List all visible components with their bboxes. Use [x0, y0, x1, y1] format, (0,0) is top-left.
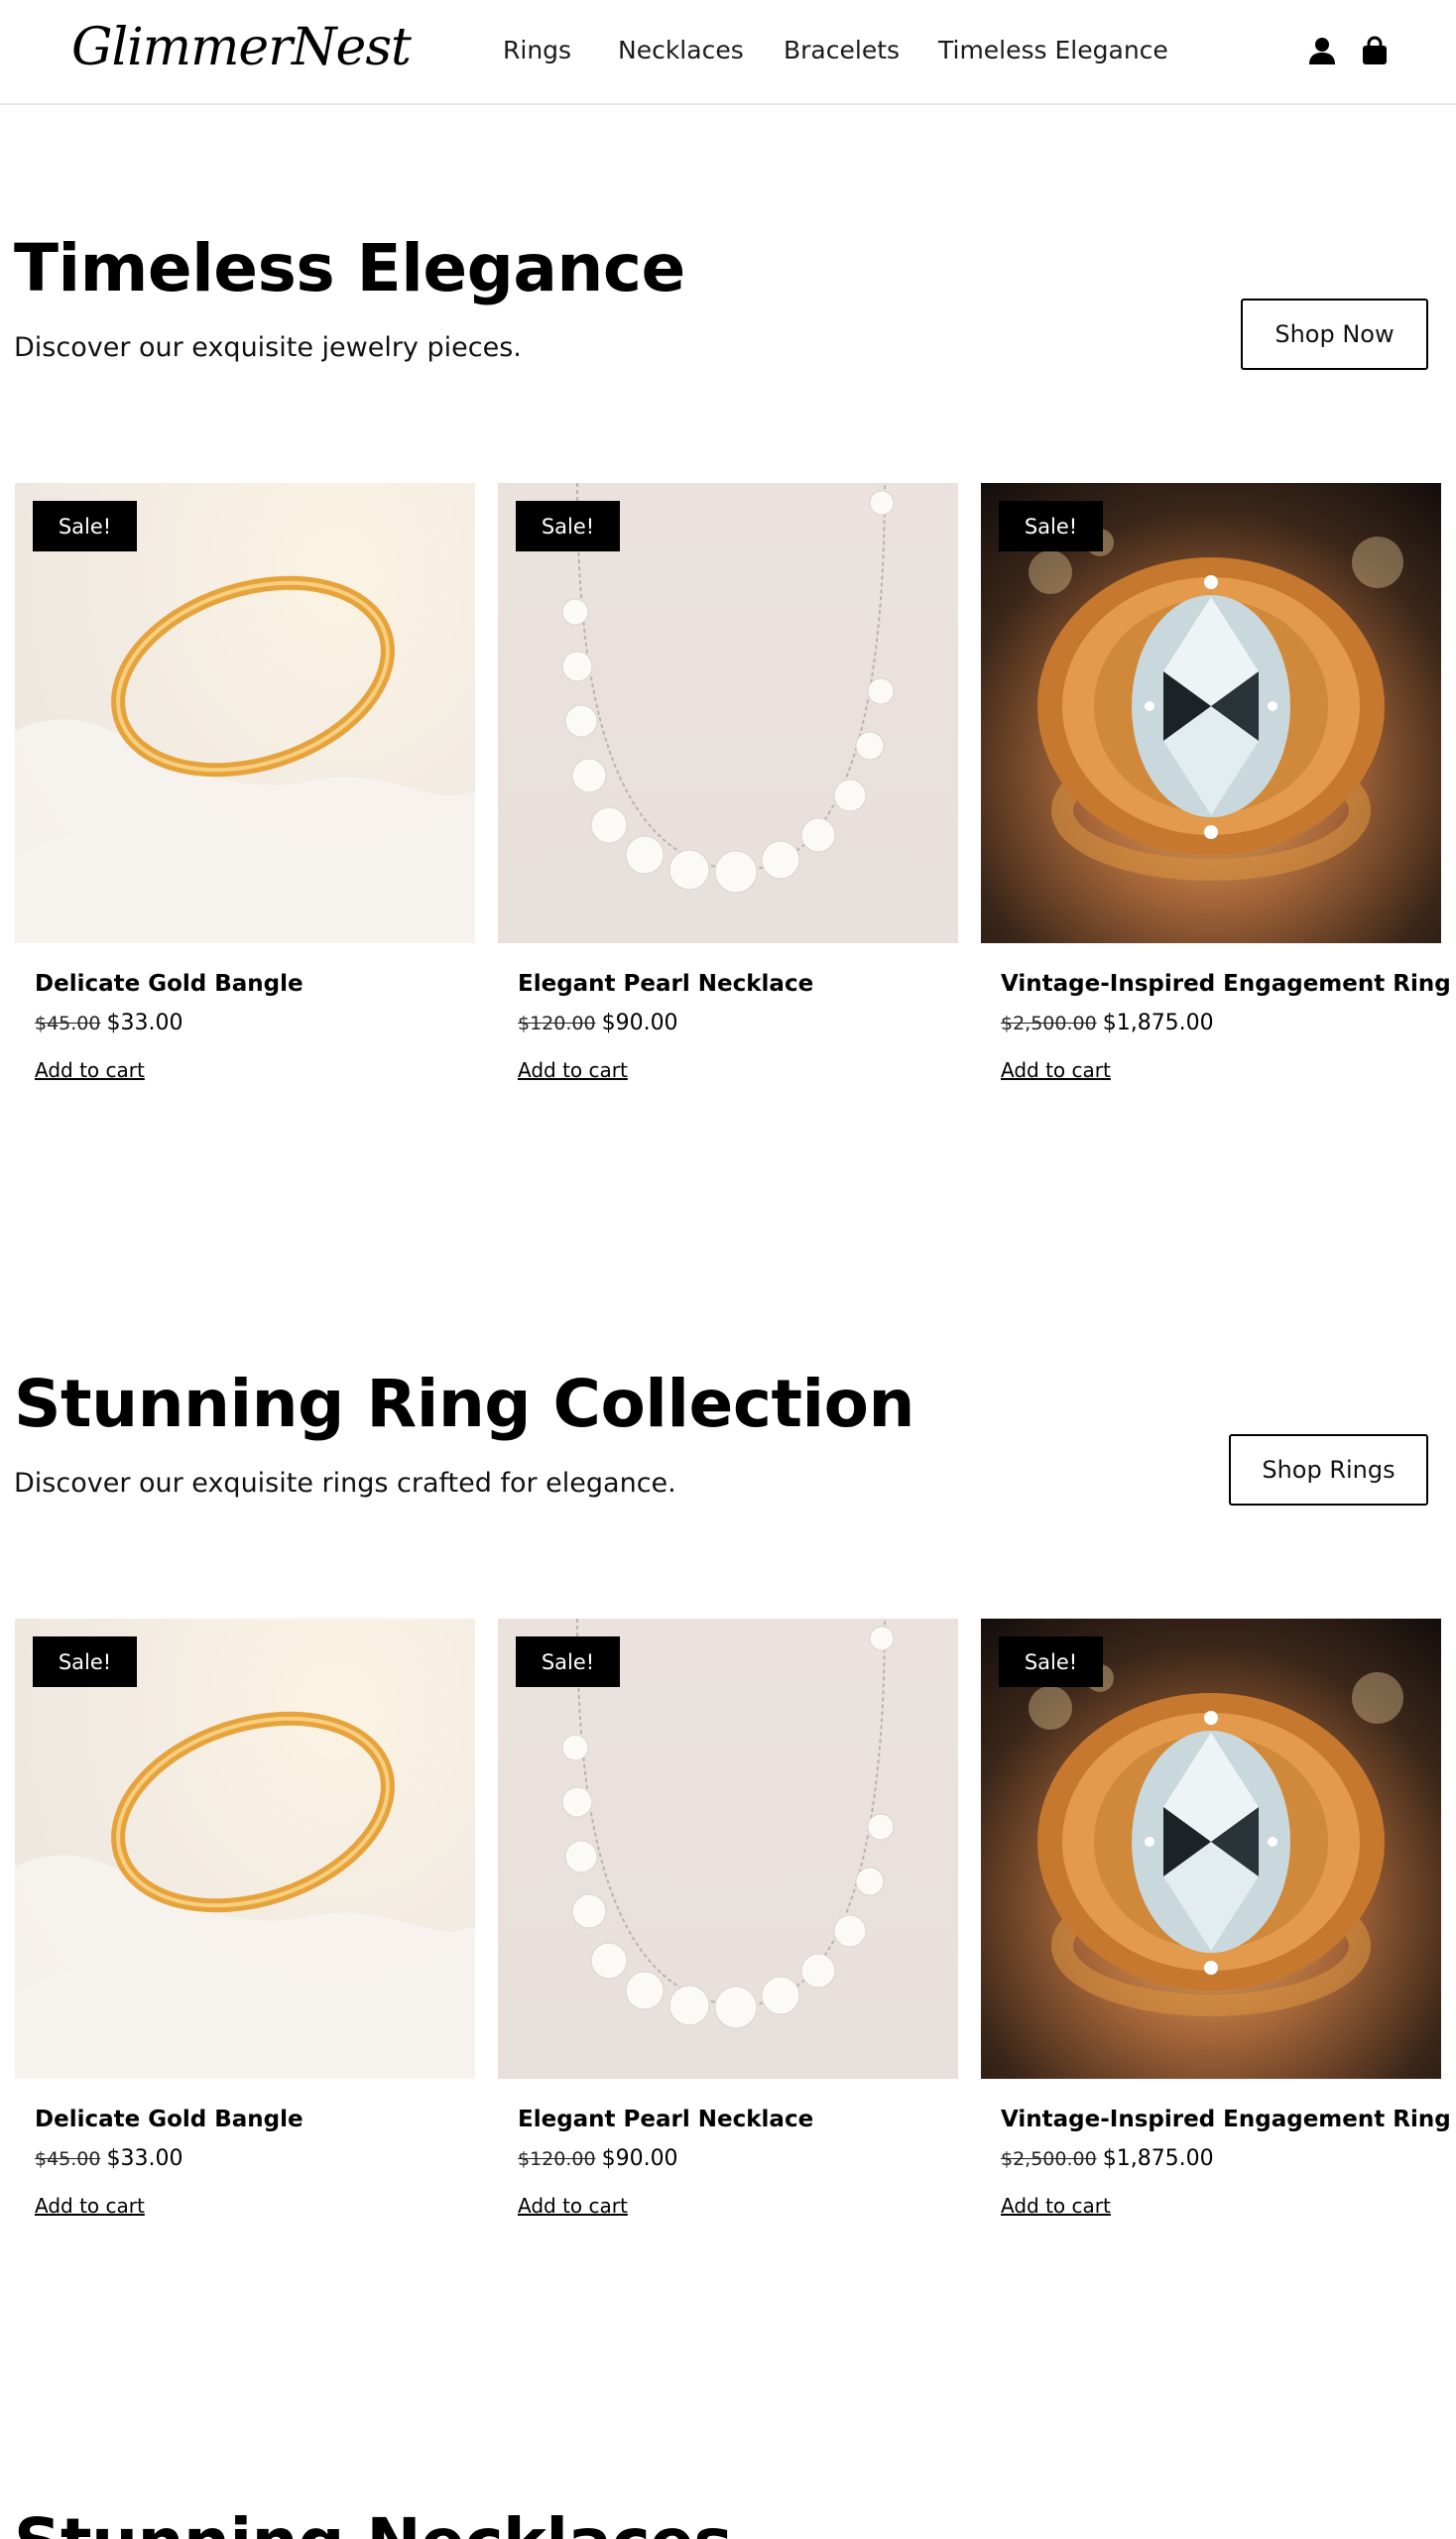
original-price: $45.00	[35, 2148, 101, 2170]
product-name[interactable]: Elegant Pearl Necklace	[518, 971, 813, 997]
product-price: $45.00 $33.00	[35, 2146, 182, 2171]
site-logo[interactable]: GlimmerNest	[71, 18, 412, 77]
section-subtitle: Discover our exquisite rings crafted for…	[14, 1468, 676, 1499]
sale-price: $1,875.00	[1102, 2146, 1214, 2171]
product-image-gold-bangle[interactable]: Sale!	[15, 1619, 475, 2079]
sale-badge: Sale!	[33, 1636, 137, 1687]
product-image-engagement-ring[interactable]: Sale!	[981, 1619, 1441, 2079]
sale-price: $33.00	[106, 1011, 183, 1035]
engagement-ring-illustration	[1029, 529, 1403, 881]
shop-now-button[interactable]: Shop Now	[1241, 299, 1428, 370]
section-title: Stunning Ring Collection	[14, 1366, 914, 1442]
product-card: Sale! Delicate Gold Bangle $45.00 $33.00 …	[15, 1619, 475, 2218]
sale-badge: Sale!	[999, 1636, 1103, 1687]
original-price: $120.00	[518, 1013, 596, 1034]
product-price: $45.00 $33.00	[35, 1011, 182, 1035]
gold-bangle-illustration	[15, 575, 475, 943]
add-to-cart-link[interactable]: Add to cart	[518, 2194, 628, 2218]
product-name[interactable]: Elegant Pearl Necklace	[518, 2107, 813, 2132]
nav-necklaces[interactable]: Necklaces	[618, 36, 744, 64]
product-name[interactable]: Delicate Gold Bangle	[35, 971, 303, 997]
product-price: $120.00 $90.00	[518, 1011, 678, 1035]
add-to-cart-link[interactable]: Add to cart	[1001, 2194, 1111, 2218]
product-price: $2,500.00 $1,875.00	[1001, 1011, 1214, 1035]
product-name[interactable]: Delicate Gold Bangle	[35, 2107, 303, 2132]
product-image-gold-bangle[interactable]: Sale!	[15, 483, 475, 943]
original-price: $45.00	[35, 1013, 101, 1034]
sale-price: $90.00	[601, 2146, 678, 2171]
add-to-cart-link[interactable]: Add to cart	[1001, 1058, 1111, 1082]
product-price: $120.00 $90.00	[518, 2146, 678, 2171]
product-card: Sale! Vintage-Inspired Engagement Ring $…	[981, 483, 1451, 1082]
section-subtitle: Discover our exquisite jewelry pieces.	[14, 332, 522, 363]
sale-price: $33.00	[106, 2146, 183, 2171]
nav-rings[interactable]: Rings	[503, 36, 571, 64]
shop-rings-button[interactable]: Shop Rings	[1229, 1434, 1428, 1506]
sale-price: $1,875.00	[1102, 1011, 1214, 1035]
site-header: GlimmerNest Rings Necklaces Bracelets Ti…	[0, 0, 1456, 105]
section-title: Timeless Elegance	[14, 230, 685, 306]
nav-timeless-elegance[interactable]: Timeless Elegance	[938, 36, 1168, 64]
product-name[interactable]: Vintage-Inspired Engagement Ring	[1001, 971, 1451, 997]
product-card: Sale! Elegant Pearl Necklace $120.00 $90.…	[498, 1619, 958, 2218]
sale-badge: Sale!	[516, 501, 620, 551]
original-price: $120.00	[518, 2148, 596, 2170]
original-price: $2,500.00	[1001, 1013, 1097, 1034]
add-to-cart-link[interactable]: Add to cart	[518, 1058, 628, 1082]
product-image-engagement-ring[interactable]: Sale!	[981, 483, 1441, 943]
pearl-necklace-illustration	[561, 1619, 895, 2029]
section-title: Stunning Necklaces	[14, 2504, 733, 2539]
product-card: Sale! Vintage-Inspired Engagement Ring $…	[981, 1619, 1451, 2218]
gold-bangle-illustration	[15, 1711, 475, 2079]
add-to-cart-link[interactable]: Add to cart	[35, 2194, 145, 2218]
product-price: $2,500.00 $1,875.00	[1001, 2146, 1214, 2171]
product-image-pearl-necklace[interactable]: Sale!	[498, 1619, 958, 2079]
product-card: Sale! Elegant Pearl Necklace $120.00 $90.…	[498, 483, 958, 1082]
sale-badge: Sale!	[999, 501, 1103, 551]
product-card: Sale! Delicate Gold Bangle $45.00 $33.00 …	[15, 483, 475, 1082]
user-icon[interactable]	[1307, 36, 1337, 65]
product-name[interactable]: Vintage-Inspired Engagement Ring	[1001, 2107, 1451, 2132]
add-to-cart-link[interactable]: Add to cart	[35, 1058, 145, 1082]
original-price: $2,500.00	[1001, 2148, 1097, 2170]
product-image-pearl-necklace[interactable]: Sale!	[498, 483, 958, 943]
engagement-ring-illustration	[1029, 1664, 1403, 2016]
sale-badge: Sale!	[516, 1636, 620, 1687]
sale-price: $90.00	[601, 1011, 678, 1035]
sale-badge: Sale!	[33, 501, 137, 551]
shopping-bag-icon[interactable]	[1360, 36, 1390, 65]
pearl-necklace-illustration	[561, 483, 895, 894]
nav-bracelets[interactable]: Bracelets	[784, 36, 900, 64]
